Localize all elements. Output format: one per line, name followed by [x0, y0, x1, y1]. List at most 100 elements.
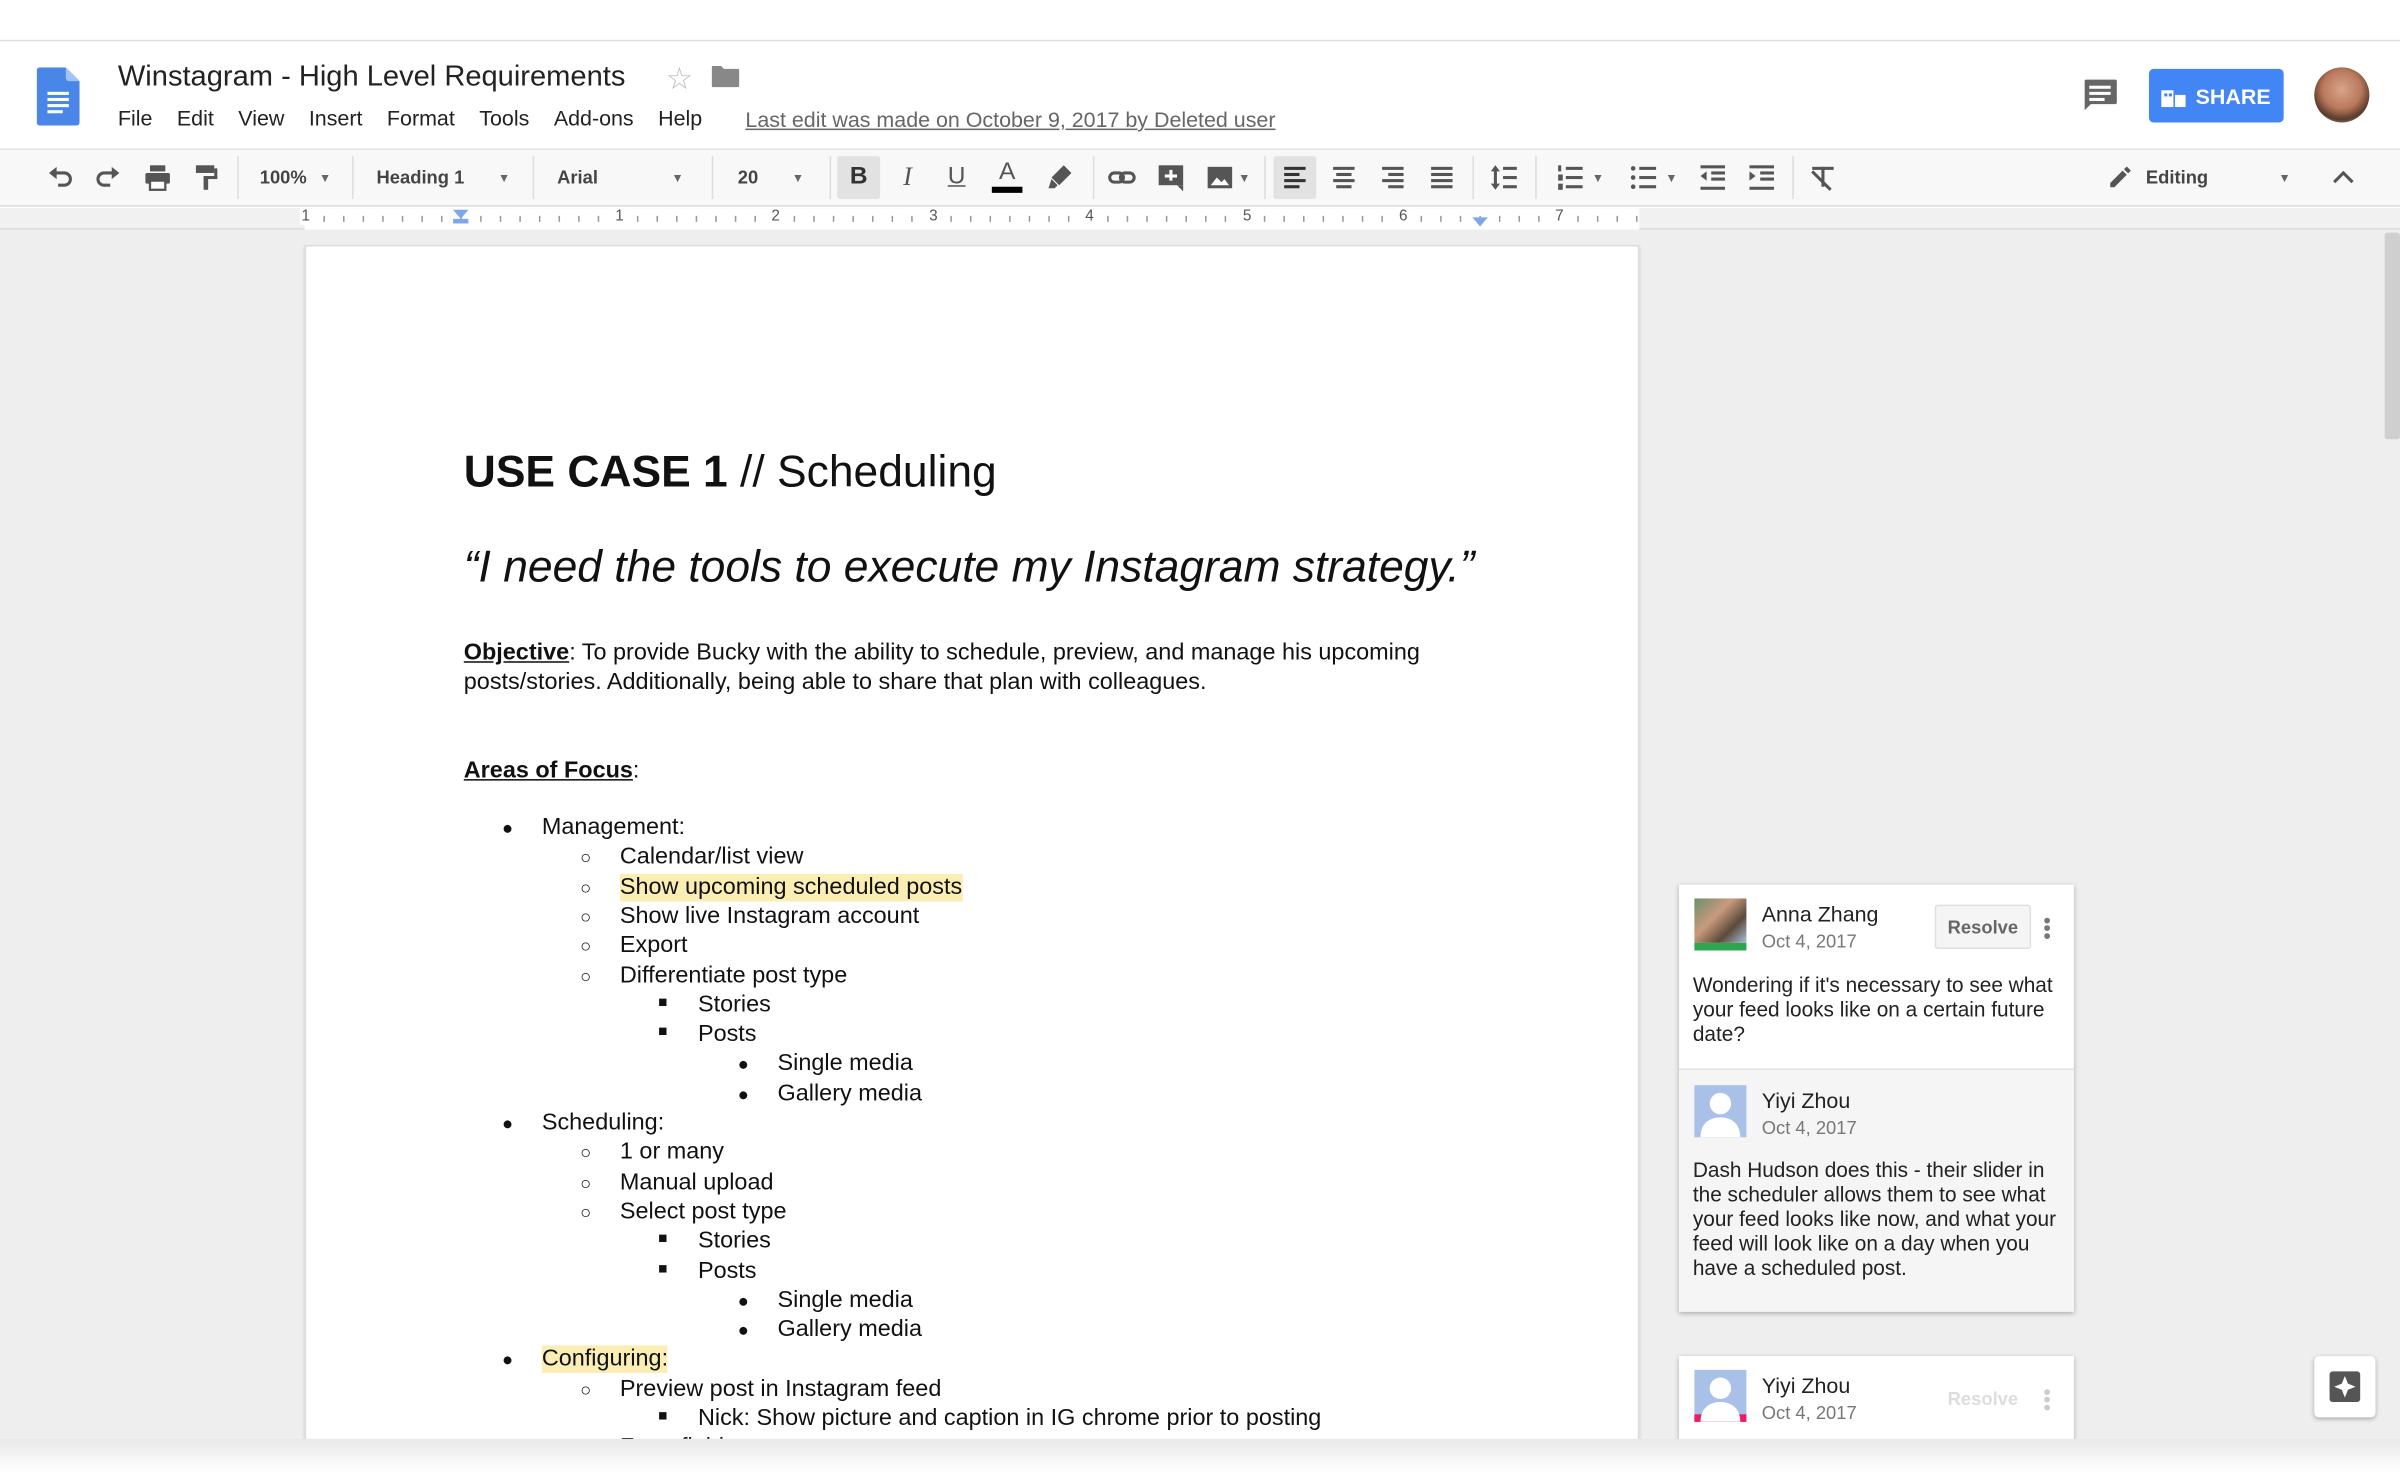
menu-help[interactable]: Help [658, 106, 702, 130]
bullet-solid-icon: ● [502, 1349, 514, 1371]
more-options-icon[interactable]: • • • [2043, 1381, 2051, 1418]
bullet-square-icon: ■ [658, 994, 668, 1012]
list-item-highlighted[interactable]: Configuring: [541, 1345, 669, 1374]
share-button[interactable]: SHARE [2148, 68, 2284, 123]
bold-icon[interactable]: B [837, 156, 881, 199]
menu-format[interactable]: Format [387, 106, 455, 130]
list-item[interactable]: Scheduling: [542, 1110, 664, 1138]
heading-use-case[interactable]: USE CASE 1 // Scheduling [464, 448, 997, 499]
bullet-square-icon: ■ [658, 1408, 668, 1425]
bullet-solid-icon: ● [737, 1289, 749, 1312]
resolve-button[interactable]: Resolve [1934, 904, 2032, 949]
font-value: Arial [557, 166, 598, 189]
bullet-square-icon: ■ [658, 1260, 668, 1278]
font-size-value: 20 [737, 166, 759, 189]
chevron-down-icon: ▼ [791, 170, 804, 185]
areas-of-focus-heading[interactable]: Areas of Focus: [464, 756, 640, 785]
italic-icon[interactable]: I [891, 159, 925, 196]
ruler[interactable]: 1 1 2 3 4 5 6 7 [0, 208, 2400, 230]
bullet-hollow-icon: ○ [580, 1142, 592, 1164]
justify-icon[interactable] [1425, 159, 1459, 196]
link-icon[interactable] [1105, 159, 1139, 196]
menu-edit[interactable]: Edit [177, 106, 214, 130]
menu-insert[interactable]: Insert [309, 106, 363, 130]
resolve-button[interactable]: Resolve [1934, 1376, 2032, 1421]
browser-top-strip [0, 0, 2400, 42]
line-spacing-icon[interactable] [1488, 159, 1522, 196]
insert-image-icon[interactable]: ▼ [1200, 159, 1255, 196]
insert-comment-icon[interactable] [1154, 159, 1188, 196]
undo-icon[interactable] [43, 159, 77, 196]
objective-paragraph[interactable]: Objective: To provide Bucky with the abi… [464, 638, 1474, 696]
highlight-color-icon[interactable] [1044, 159, 1078, 196]
list-item[interactable]: Nick: Show picture and caption in IG chr… [698, 1405, 1321, 1433]
increase-indent-icon[interactable] [1745, 159, 1779, 196]
list-item[interactable]: Show live Instagram account [620, 903, 919, 931]
list-item[interactable]: Select post type [620, 1198, 787, 1226]
comment-author: Anna Zhang [1761, 901, 1879, 927]
list-item[interactable]: Manual upload [620, 1169, 774, 1197]
list-item[interactable]: Differentiate post type [620, 962, 847, 990]
list-item[interactable]: Gallery media [778, 1080, 922, 1108]
comment-date: Oct 4, 2017 [1761, 1117, 1857, 1139]
comments-icon[interactable] [2082, 78, 2119, 112]
last-edit-link[interactable]: Last edit was made on October 9, 2017 by… [745, 107, 1275, 131]
align-right-icon[interactable] [1376, 159, 1410, 196]
paint-format-icon[interactable] [190, 159, 224, 196]
menu-addons[interactable]: Add-ons [554, 106, 634, 130]
bullet-solid-icon: ● [502, 817, 514, 839]
quote-heading[interactable]: “I need the tools to execute my Instagra… [464, 543, 1475, 594]
menu-view[interactable]: View [238, 106, 284, 130]
bullet-solid-icon: ● [737, 1083, 749, 1105]
list-item[interactable]: Stories [698, 1228, 771, 1256]
docs-logo-icon[interactable] [36, 67, 80, 126]
list-item[interactable]: Single media [778, 1051, 913, 1079]
list-item[interactable]: Single media [778, 1287, 913, 1315]
more-options-icon[interactable]: • • • [2043, 909, 2051, 946]
explore-button[interactable] [2314, 1356, 2376, 1418]
list-item[interactable]: Management: [542, 814, 685, 842]
bullet-hollow-icon: ○ [580, 1171, 592, 1194]
style-select[interactable]: Heading 1 ▼ [364, 159, 517, 196]
menu-tools[interactable]: Tools [479, 106, 529, 130]
editing-mode-select[interactable]: Editing ▼ [2106, 159, 2305, 196]
print-icon[interactable] [141, 159, 175, 196]
underline-icon[interactable]: U [940, 159, 974, 196]
clear-formatting-icon[interactable] [1806, 159, 1840, 196]
list-item[interactable]: Gallery media [778, 1316, 922, 1344]
list-item[interactable]: Posts [698, 1257, 757, 1285]
comment-thread-1[interactable]: Anna Zhang Oct 4, 2017 Resolve • • • Wonde… [1679, 884, 2074, 1312]
avatar [1694, 1369, 1747, 1422]
list-item[interactable]: Preview post in Instagram feed [620, 1376, 941, 1404]
doc-title[interactable]: Winstagram - High Level Requirements [118, 61, 626, 95]
comment-reply: Yiyi Zhou Oct 4, 2017 Dash Hudson does t… [1679, 1069, 2074, 1312]
account-avatar[interactable] [2314, 67, 2370, 123]
font-size-select[interactable]: 20 ▼ [726, 159, 821, 196]
align-center-icon[interactable] [1327, 159, 1361, 196]
ruler-label: 6 [1397, 208, 1410, 225]
ruler-label: 3 [927, 208, 940, 225]
text-color-icon[interactable]: A [989, 159, 1026, 196]
bulleted-list-icon[interactable]: ▼ [1622, 159, 1683, 196]
decrease-indent-icon[interactable] [1696, 159, 1730, 196]
menu-bar: File Edit View Insert Format Tools Add-o… [118, 106, 727, 130]
list-item[interactable]: Posts [698, 1021, 757, 1049]
vertical-scrollbar[interactable] [2384, 232, 2400, 440]
redo-icon[interactable] [92, 159, 126, 196]
list-item-highlighted[interactable]: Show upcoming scheduled posts [619, 873, 963, 901]
menu-file[interactable]: File [118, 106, 153, 130]
list-item[interactable]: Export [620, 932, 688, 960]
font-select[interactable]: Arial ▼ [545, 159, 698, 196]
collapse-menus-icon[interactable] [2327, 159, 2361, 196]
list-item[interactable]: Stories [698, 992, 771, 1020]
zoom-select[interactable]: 100% ▼ [248, 159, 343, 196]
document-page[interactable]: USE CASE 1 // Scheduling “I need the too… [304, 244, 1640, 1473]
heading-bold: USE CASE 1 [463, 448, 728, 498]
star-icon[interactable]: ☆ [666, 60, 693, 98]
ruler-ticks [303, 208, 1640, 230]
list-item[interactable]: Calendar/list view [620, 844, 803, 872]
numbered-list-icon[interactable]: ▼ [1549, 159, 1610, 196]
folder-icon[interactable] [711, 65, 740, 88]
align-left-icon[interactable] [1273, 156, 1317, 199]
list-item[interactable]: 1 or many [620, 1139, 724, 1167]
